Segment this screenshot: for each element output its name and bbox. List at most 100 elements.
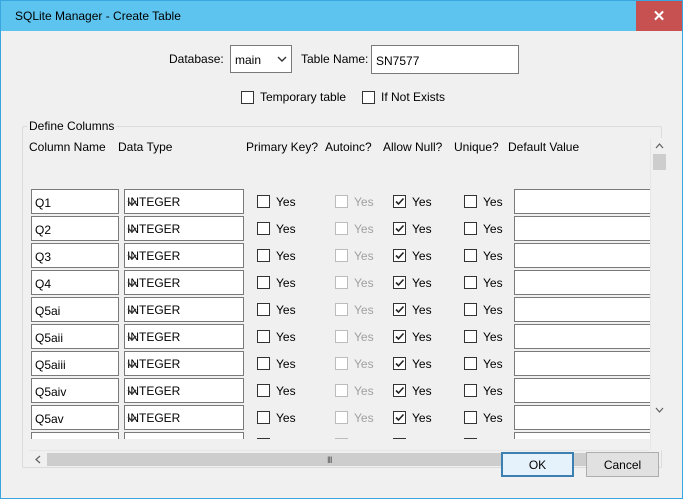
autoinc-yes-label: Yes (354, 222, 374, 236)
autoinc-yes-label: Yes (354, 303, 374, 317)
autoinc-yes-label: Yes (354, 276, 374, 290)
default-value-input[interactable] (514, 324, 654, 349)
data-type-select[interactable]: INTEGER (124, 405, 244, 430)
primary-key-checkbox[interactable] (257, 222, 270, 235)
allow-null-checkbox[interactable] (393, 438, 406, 439)
column-name-value: Q5aii (35, 331, 64, 345)
unique-checkbox[interactable] (464, 357, 477, 370)
default-value-input[interactable] (514, 189, 654, 214)
allow-null-checkbox[interactable] (393, 411, 406, 424)
cancel-button[interactable]: Cancel (586, 452, 659, 477)
column-name-value: Q2 (35, 223, 52, 237)
column-name-input[interactable]: Q2 (31, 216, 119, 241)
unique-checkbox[interactable] (464, 384, 477, 397)
allow-null-yes-label: Yes (412, 411, 432, 425)
header-column-name: Column Name (29, 140, 106, 154)
allow-null-checkbox[interactable] (393, 303, 406, 316)
column-name-input[interactable]: Q1 (31, 189, 119, 214)
allow-null-checkbox[interactable] (393, 276, 406, 289)
allow-null-yes-label: Yes (412, 195, 432, 209)
primary-key-yes-label: Yes (276, 195, 296, 209)
database-label: Database: (169, 52, 224, 66)
default-value-input[interactable] (514, 216, 654, 241)
primary-key-checkbox[interactable] (257, 195, 270, 208)
column-name-input[interactable]: Q5aiv (31, 378, 119, 403)
column-name-input[interactable]: Q5ai (31, 297, 119, 322)
data-type-select[interactable]: INTEGER (124, 432, 244, 439)
data-type-select[interactable]: INTEGER (124, 270, 244, 295)
unique-yes-label: Yes (483, 438, 503, 439)
scroll-up-icon[interactable] (651, 138, 668, 154)
table-name-input[interactable]: SN7577 (371, 45, 519, 74)
data-type-select[interactable]: INTEGER (124, 189, 244, 214)
allow-null-checkbox[interactable] (393, 384, 406, 397)
primary-key-checkbox[interactable] (257, 249, 270, 262)
autoinc-yes-label: Yes (354, 249, 374, 263)
columns-grid: Column Name Data Type Primary Key? Autoi… (29, 138, 661, 439)
vertical-scroll-thumb[interactable] (653, 154, 666, 170)
table-name-value: SN7577 (376, 54, 420, 68)
unique-checkbox[interactable] (464, 330, 477, 343)
scroll-down-icon[interactable] (651, 402, 668, 418)
default-value-input[interactable] (514, 432, 654, 439)
chevron-down-icon (127, 387, 137, 397)
vertical-scrollbar[interactable] (650, 138, 667, 450)
autoinc-yes-label: Yes (354, 330, 374, 344)
unique-checkbox[interactable] (464, 249, 477, 262)
temporary-table-checkbox[interactable] (241, 91, 254, 104)
allow-null-checkbox[interactable] (393, 330, 406, 343)
autoinc-checkbox (335, 438, 348, 439)
unique-checkbox[interactable] (464, 222, 477, 235)
default-value-input[interactable] (514, 243, 654, 268)
data-type-select[interactable]: INTEGER (124, 297, 244, 322)
autoinc-checkbox (335, 222, 348, 235)
default-value-input[interactable] (514, 351, 654, 376)
close-button[interactable]: ✕ (636, 1, 682, 31)
allow-null-checkbox[interactable] (393, 222, 406, 235)
column-name-input[interactable]: Q5av (31, 405, 119, 430)
default-value-input[interactable] (514, 378, 654, 403)
unique-checkbox[interactable] (464, 438, 477, 439)
close-icon: ✕ (652, 8, 666, 25)
allow-null-checkbox[interactable] (393, 195, 406, 208)
column-name-value: Q5av (35, 412, 64, 426)
allow-null-checkbox[interactable] (393, 357, 406, 370)
primary-key-checkbox[interactable] (257, 384, 270, 397)
autoinc-yes-label: Yes (354, 384, 374, 398)
column-name-input[interactable]: Q4 (31, 270, 119, 295)
primary-key-checkbox[interactable] (257, 438, 270, 439)
title-bar[interactable]: SQLite Manager - Create Table ✕ (1, 1, 682, 31)
primary-key-checkbox[interactable] (257, 276, 270, 289)
allow-null-yes-label: Yes (412, 438, 432, 439)
primary-key-checkbox[interactable] (257, 303, 270, 316)
temporary-table-label: Temporary table (260, 90, 347, 104)
data-type-select[interactable]: INTEGER (124, 324, 244, 349)
default-value-input[interactable] (514, 297, 654, 322)
data-type-select[interactable]: INTEGER (124, 243, 244, 268)
unique-checkbox[interactable] (464, 195, 477, 208)
primary-key-checkbox[interactable] (257, 330, 270, 343)
data-type-select[interactable]: INTEGER (124, 351, 244, 376)
primary-key-checkbox[interactable] (257, 357, 270, 370)
data-type-select[interactable]: INTEGER (124, 378, 244, 403)
unique-checkbox[interactable] (464, 276, 477, 289)
database-select[interactable]: main (230, 45, 292, 73)
column-name-input[interactable]: Q5aii (31, 324, 119, 349)
chevron-down-icon (127, 252, 137, 262)
data-type-select[interactable]: INTEGER (124, 216, 244, 241)
if-not-exists-checkbox[interactable] (362, 91, 375, 104)
ok-button[interactable]: OK (501, 452, 574, 477)
column-name-input[interactable]: Q5aiii (31, 351, 119, 376)
scroll-left-icon[interactable] (29, 451, 46, 467)
default-value-input[interactable] (514, 405, 654, 430)
primary-key-yes-label: Yes (276, 330, 296, 344)
column-name-input[interactable]: Q5avi (31, 432, 119, 439)
allow-null-checkbox[interactable] (393, 249, 406, 262)
column-name-input[interactable]: Q3 (31, 243, 119, 268)
chevron-down-icon (127, 198, 137, 208)
chevron-down-icon (277, 54, 287, 64)
unique-checkbox[interactable] (464, 303, 477, 316)
unique-checkbox[interactable] (464, 411, 477, 424)
default-value-input[interactable] (514, 270, 654, 295)
primary-key-checkbox[interactable] (257, 411, 270, 424)
